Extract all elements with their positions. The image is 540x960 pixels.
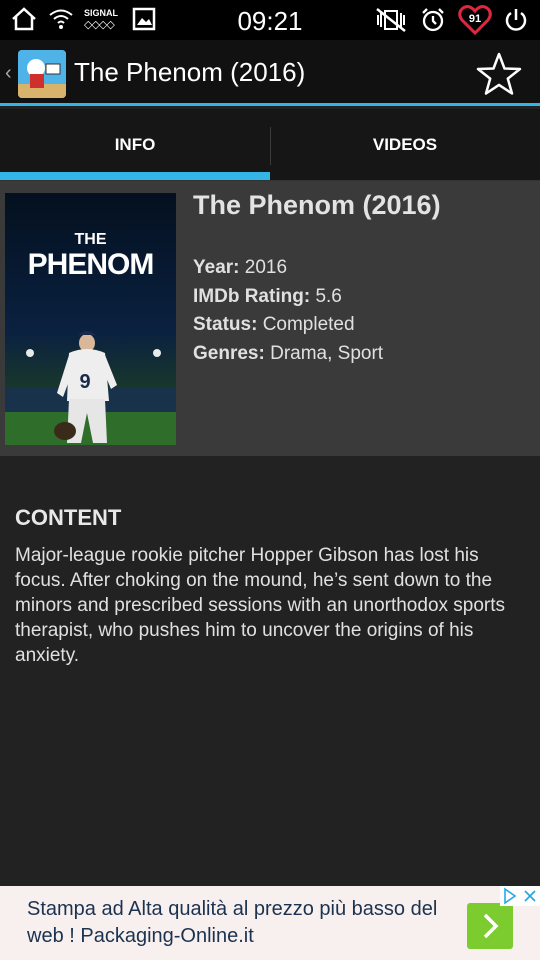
- tab-videos[interactable]: VIDEOS: [270, 109, 540, 180]
- alarm-icon: [422, 8, 444, 32]
- status-value: Completed: [262, 314, 355, 335]
- status-bar: SIGNAL ◇◇◇◇ 09:21 91: [0, 0, 540, 40]
- status-right-icons: 91: [374, 5, 528, 35]
- meta-year: Year: 2016: [193, 257, 287, 279]
- tab-info[interactable]: INFO: [0, 109, 270, 180]
- genres-value: Drama, Sport: [270, 343, 384, 364]
- ad-choices[interactable]: [500, 886, 540, 906]
- meta-genres: Genres: Drama, Sport: [193, 343, 383, 365]
- poster-jersey-number: 9: [79, 371, 90, 393]
- movie-poster: THE PHENOM 9: [5, 193, 176, 445]
- battery-heart-icon: 91: [458, 5, 492, 35]
- star-icon[interactable]: [476, 51, 522, 97]
- content-description: Major-league rookie pitcher Hopper Gibso…: [15, 545, 506, 666]
- ad-banner[interactable]: Stampa ad Alta qualità al prezzo più bas…: [0, 886, 540, 960]
- rating-value: 5.6: [315, 286, 342, 307]
- year-value: 2016: [244, 257, 288, 278]
- year-label: Year:: [193, 257, 240, 278]
- status-label: Status:: [193, 314, 258, 335]
- action-bar-title: The Phenom (2016): [74, 57, 306, 87]
- power-icon: [505, 9, 527, 31]
- genres-label: Genres:: [193, 343, 265, 364]
- ad-open-button[interactable]: [467, 903, 513, 949]
- meta-rating: IMDb Rating: 5.6: [193, 286, 342, 308]
- back-chevron-icon[interactable]: ‹: [5, 62, 12, 85]
- tab-divider: [270, 127, 271, 165]
- ad-text[interactable]: Stampa ad Alta qualità al prezzo più bas…: [27, 896, 447, 950]
- chevron-right-icon: [483, 913, 499, 939]
- ad-choices-icon: [504, 887, 536, 905]
- movie-title: The Phenom (2016): [193, 190, 441, 220]
- meta-status: Status: Completed: [193, 314, 355, 336]
- content-heading: CONTENT: [15, 505, 122, 530]
- vibrate-off-icon: [376, 8, 406, 32]
- action-bar: ‹ The Phenom (2016): [0, 40, 540, 106]
- poster-art: 9: [5, 331, 176, 445]
- app-icon[interactable]: [18, 50, 66, 98]
- battery-level: 91: [468, 13, 482, 25]
- rating-label: IMDb Rating:: [193, 286, 311, 307]
